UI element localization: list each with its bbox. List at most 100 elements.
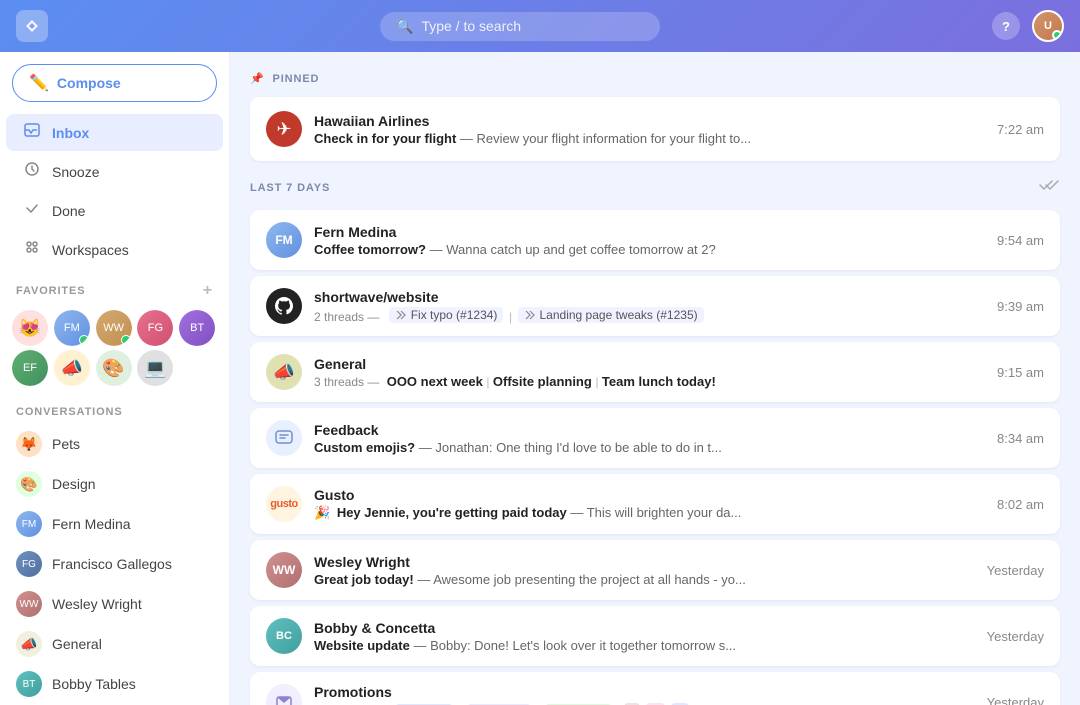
search-placeholder: Type / to search [421,18,521,34]
general-avatar: 📣 [266,354,302,390]
email-preview-text: — This will brighten your da... [570,505,741,520]
email-sender: General [314,356,985,372]
pinned-email-hawaiian[interactable]: ✈ Hawaiian Airlines Check in for your fl… [250,97,1060,161]
app-logo[interactable] [16,10,48,42]
email-time: 9:15 am [997,365,1044,380]
email-sender: shortwave/website [314,289,985,305]
sidebar-item-done[interactable]: Done [6,192,223,229]
email-content: Bobby & Concetta Website update — Bobby:… [314,620,975,653]
compose-icon: ✏️ [29,73,49,93]
email-row-general[interactable]: 📣 General 3 threads — OOO next week | Of… [250,342,1060,402]
design-label: Design [52,476,96,492]
last7days-label-text: LAST 7 DAYS [250,182,330,194]
pinned-preview-text: — Review your flight information for you… [460,131,751,146]
topbar: 🔍 Type / to search ? U [0,0,1080,52]
email-content: Feedback Custom emojis? — Jonathan: One … [314,422,985,455]
favorite-item[interactable]: EF [12,350,48,386]
email-sender: Fern Medina [314,224,985,240]
email-preview: Custom emojis? — Jonathan: One thing I'd… [314,440,985,455]
fern-label: Fern Medina [52,516,131,532]
general-label: General [52,636,102,652]
email-sender: Promotions [314,684,975,700]
email-preview: Website update — Bobby: Done! Let's look… [314,638,975,653]
conversations-label: CONVERSATIONS [16,406,123,418]
favorite-item[interactable]: FM [54,310,90,346]
general-avatar: 📣 [16,631,42,657]
email-preview-text: — Wanna catch up and get coffee tomorrow… [430,242,716,257]
favorite-item[interactable]: WW [96,310,132,346]
add-favorite-button[interactable]: + [203,282,213,300]
inbox-icon [22,122,42,143]
hawaiian-airlines-logo: ✈ [266,111,302,147]
pinned-subject: Check in for your flight [314,131,456,146]
user-avatar[interactable]: U [1032,10,1064,42]
email-time: Yesterday [987,563,1044,578]
search-icon: 🔍 [396,18,413,35]
email-content: shortwave/website 2 threads — Fix typo (… [314,289,985,324]
sidebar-item-inbox[interactable]: Inbox [6,114,223,151]
favorite-item[interactable]: 📣 [54,350,90,386]
email-row-wesley-wright[interactable]: WW Wesley Wright Great job today! — Awes… [250,540,1060,600]
email-sender: Bobby & Concetta [314,620,975,636]
francisco-label: Francisco Gallegos [52,556,172,572]
email-time: 8:34 am [997,431,1044,446]
favorite-item[interactable]: 💻 [137,350,173,386]
email-preview-text: — Jonathan: One thing I'd love to be abl… [419,440,722,455]
feedback-avatar [266,420,302,456]
snooze-label: Snooze [52,164,99,180]
sidebar-item-bobby-tables[interactable]: BT Bobby Tables [0,664,229,704]
github-avatar [266,288,302,324]
email-preview: Coffee tomorrow? — Wanna catch up and ge… [314,242,985,257]
topbar-right: ? U [992,10,1064,42]
pinned-label-text: PINNED [273,73,320,85]
design-avatar: 🎨 [16,471,42,497]
email-row-bobby-concetta[interactable]: BC Bobby & Concetta Website update — Bob… [250,606,1060,666]
pinned-sender: Hawaiian Airlines [314,113,985,129]
done-icon [22,200,42,221]
email-sender: Wesley Wright [314,554,975,570]
help-button[interactable]: ? [992,12,1020,40]
email-preview: 🎉 Hey Jennie, you're getting paid today … [314,505,985,521]
email-content: Wesley Wright Great job today! — Awesome… [314,554,975,587]
favorite-item[interactable]: 🎨 [96,350,132,386]
conversations-header: CONVERSATIONS [0,394,229,424]
main-layout: ✏️ Compose Inbox Snooze [0,52,1080,705]
pets-avatar: 🦊 [16,431,42,457]
email-subject: Hey Jennie, you're getting paid today [337,505,567,520]
search-bar[interactable]: 🔍 Type / to search [68,12,972,41]
pinned-preview: Check in for your flight — Review your f… [314,131,985,146]
email-time: Yesterday [987,695,1044,705]
favorite-item[interactable]: BT [179,310,215,346]
sidebar-item-snooze[interactable]: Snooze [6,153,223,190]
email-preview: 3 threads — OOO next week | Offsite plan… [314,374,985,389]
email-preview-text: — Awesome job presenting the project at … [417,572,746,587]
email-row-gusto[interactable]: gusto Gusto 🎉 Hey Jennie, you're getting… [250,474,1060,534]
favorite-item[interactable]: FG [137,310,173,346]
email-row-shortwave-website[interactable]: shortwave/website 2 threads — Fix typo (… [250,276,1060,336]
sidebar-item-workspaces[interactable]: Workspaces [6,231,223,268]
bobby-tables-label: Bobby Tables [52,676,136,692]
email-content: Promotions 12 threads — L Loom | N Notio… [314,684,975,705]
email-time: 9:39 am [997,299,1044,314]
compose-button[interactable]: ✏️ Compose [12,64,217,102]
sidebar-item-fern-medina[interactable]: FM Fern Medina [0,504,229,544]
email-row-fern-coffee[interactable]: FM Fern Medina Coffee tomorrow? — Wanna … [250,210,1060,270]
mark-all-read-button[interactable] [1038,177,1060,198]
sidebar-item-francisco-gallegos[interactable]: FG Francisco Gallegos [0,544,229,584]
favorites-header: FAVORITES + [0,270,229,306]
pinned-time: 7:22 am [997,122,1044,137]
sidebar: ✏️ Compose Inbox Snooze [0,52,230,705]
sidebar-item-general[interactable]: 📣 General [0,624,229,664]
compose-label: Compose [57,75,121,91]
sidebar-item-pets[interactable]: 🦊 Pets [0,424,229,464]
email-row-promotions[interactable]: Promotions 12 threads — L Loom | N Notio… [250,672,1060,705]
promotions-avatar [266,684,302,705]
wesley-avatar: WW [266,552,302,588]
email-row-feedback[interactable]: Feedback Custom emojis? — Jonathan: One … [250,408,1060,468]
favorite-item[interactable]: 😻 [12,310,48,346]
workspaces-label: Workspaces [52,242,129,258]
sidebar-item-design[interactable]: 🎨 Design [0,464,229,504]
inbox-label: Inbox [52,125,89,141]
sidebar-item-wesley-wright[interactable]: WW Wesley Wright [0,584,229,624]
email-time: 8:02 am [997,497,1044,512]
